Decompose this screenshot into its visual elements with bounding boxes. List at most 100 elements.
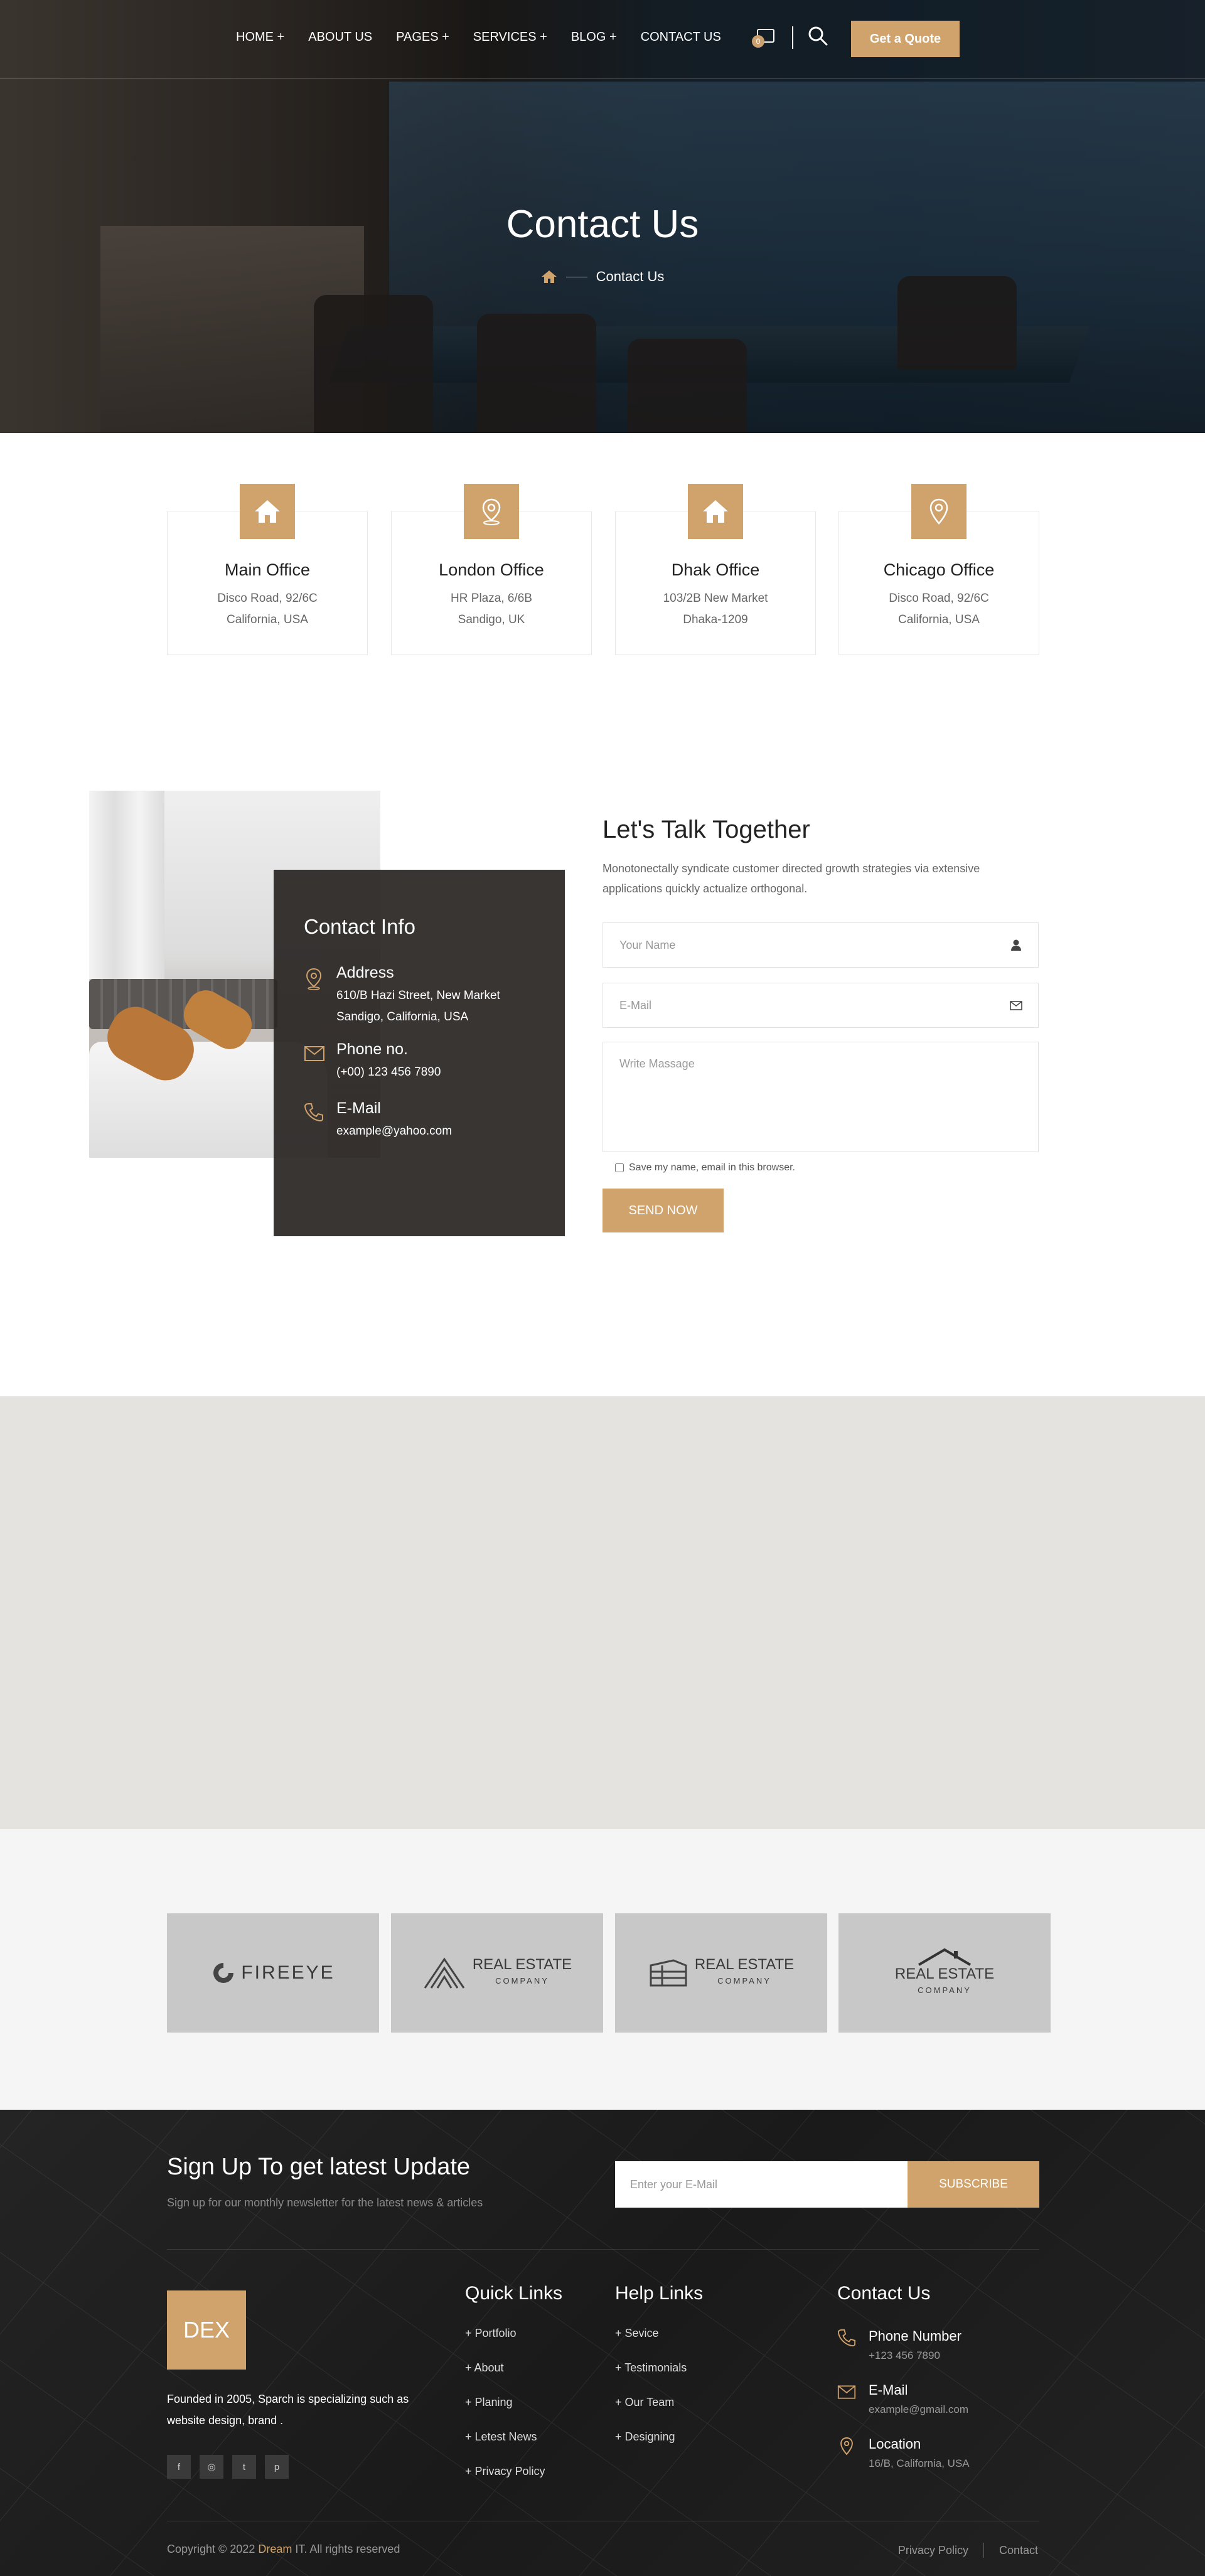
quick-link-about[interactable]: + About xyxy=(465,2361,545,2396)
address-line2: Sandigo, California, USA xyxy=(336,1010,469,1023)
form-title: Let's Talk Together xyxy=(602,816,810,843)
footer-divider xyxy=(167,2249,1039,2250)
partner-logo-fireeye[interactable]: FIREEYE xyxy=(167,1913,379,2033)
phone-icon xyxy=(304,1103,323,1122)
nav-item-contact[interactable]: CONTACT US xyxy=(641,30,721,45)
quick-link-privacy[interactable]: + Privacy Policy xyxy=(465,2465,545,2499)
partner-logo-real-estate[interactable]: REAL ESTATE COMPANY xyxy=(838,1913,1051,2033)
office-address-line2: Dhaka-1209 xyxy=(683,613,748,626)
hero-chair xyxy=(314,295,433,433)
message-field xyxy=(602,1042,1039,1152)
phone-value[interactable]: (+00) 123 456 7890 xyxy=(336,1062,441,1083)
map-placeholder[interactable] xyxy=(0,1396,1205,1829)
help-link-designing[interactable]: + Designing xyxy=(615,2430,687,2465)
partner-sub: COMPANY xyxy=(717,1976,771,1985)
office-name: Main Office xyxy=(224,560,311,579)
phone-label: Phone no. xyxy=(336,1040,408,1058)
nav-item-about[interactable]: ABOUT US xyxy=(308,30,372,45)
partner-name: REAL ESTATE xyxy=(694,1956,795,1973)
partner-sub: COMPANY xyxy=(495,1976,549,1985)
office-icon-box xyxy=(688,484,743,539)
help-link-service[interactable]: + Sevice xyxy=(615,2327,687,2361)
contact-section: Contact Info Address 610/B Hazi Street, … xyxy=(0,709,1205,1396)
envelope-icon xyxy=(1010,1001,1022,1010)
nav-item-services[interactable]: SERVICES + xyxy=(473,30,547,45)
get-quote-button[interactable]: Get a Quote xyxy=(851,21,960,57)
site-footer: Sign Up To get latest Update Sign up for… xyxy=(0,2110,1205,2576)
contact-info-title: Contact Info xyxy=(304,915,415,938)
copyright-suffix: IT. All rights reserved xyxy=(292,2543,400,2555)
quick-link-news[interactable]: + Letest News xyxy=(465,2430,545,2465)
facebook-icon[interactable]: f xyxy=(167,2455,191,2479)
footer-phone-value[interactable]: +123 456 7890 xyxy=(869,2349,940,2362)
hero-banner: HOME + ABOUT US PAGES + SERVICES + BLOG … xyxy=(0,0,1205,433)
save-info-label: Save my name, email in this browser. xyxy=(629,1162,795,1173)
offices-section: Main Office Disco Road, 92/6C California… xyxy=(0,433,1205,709)
office-icon-box xyxy=(464,484,519,539)
footer-about: Founded in 2005, Sparch is specializing … xyxy=(167,2393,409,2427)
newsletter-email-input[interactable] xyxy=(615,2161,908,2208)
address-label: Address xyxy=(336,964,394,981)
quick-link-portfolio[interactable]: + Portfolio xyxy=(465,2327,545,2361)
real-estate-roof-icon xyxy=(918,1948,972,1966)
nav-item-pages[interactable]: PAGES + xyxy=(396,30,449,45)
page-title: Contact Us xyxy=(506,203,699,246)
office-icon-box xyxy=(240,484,295,539)
office-name: Dhak Office xyxy=(671,560,760,579)
partner-text: REAL ESTATE COMPANY xyxy=(695,1957,794,1989)
subscribe-button[interactable]: SUBSCRIBE xyxy=(908,2161,1039,2208)
nav-item-home[interactable]: HOME + xyxy=(236,30,284,45)
email-value[interactable]: example@yahoo.com xyxy=(336,1121,452,1142)
newsletter-title: Sign Up To get latest Update xyxy=(167,2154,471,2180)
copyright-brand-link[interactable]: Dream xyxy=(258,2543,292,2555)
quick-link-planing[interactable]: + Planing xyxy=(465,2396,545,2430)
nav-menu: HOME + ABOUT US PAGES + SERVICES + BLOG … xyxy=(236,30,745,45)
search-icon xyxy=(808,26,828,46)
email-field xyxy=(602,983,1039,1028)
office-address-line1: HR Plaza, 6/6B xyxy=(451,592,532,605)
phone-icon xyxy=(837,2329,856,2347)
newsletter-subtitle: Sign up for our monthly newsletter for t… xyxy=(167,2196,483,2209)
home-icon[interactable] xyxy=(541,270,557,284)
office-name: Chicago Office xyxy=(883,560,995,579)
contact-link[interactable]: Contact xyxy=(999,2544,1038,2557)
email-label: E-Mail xyxy=(336,1099,381,1117)
privacy-policy-link[interactable]: Privacy Policy xyxy=(898,2544,968,2557)
office-address-line2: California, USA xyxy=(898,613,980,626)
partner-sub: COMPANY xyxy=(918,1985,972,1995)
footer-logo[interactable]: DEX xyxy=(167,2290,246,2370)
send-now-button[interactable]: SEND NOW xyxy=(602,1189,724,1232)
email-input[interactable] xyxy=(603,983,1038,1027)
message-textarea[interactable] xyxy=(603,1042,1038,1152)
footer-email-label: E-Mail xyxy=(869,2382,908,2398)
breadcrumb: Contact Us xyxy=(0,269,1205,285)
save-info-checkbox-row[interactable]: Save my name, email in this browser. xyxy=(615,1162,795,1173)
cart-button[interactable]: 0 xyxy=(752,25,777,48)
cart-count-badge: 0 xyxy=(752,35,764,48)
breadcrumb-current: Contact Us xyxy=(596,269,665,284)
partner-name: REAL ESTATE xyxy=(472,1956,572,1973)
footer-email-value[interactable]: example@gmail.com xyxy=(869,2403,968,2416)
twitter-icon[interactable]: t xyxy=(232,2455,256,2479)
partner-logo-real-estate[interactable]: REAL ESTATE COMPANY xyxy=(391,1913,603,2033)
nav-item-blog[interactable]: BLOG + xyxy=(571,30,617,45)
map-pin-icon xyxy=(929,498,948,525)
fireeye-logo-icon xyxy=(213,1963,234,1983)
copyright-text: Copyright © 2022 Dream IT. All rights re… xyxy=(167,2543,400,2556)
name-input[interactable] xyxy=(603,923,1038,967)
social-links: f ◎ t p xyxy=(167,2455,289,2479)
pinterest-icon[interactable]: p xyxy=(265,2455,289,2479)
hero-chair xyxy=(628,339,747,433)
hero-chair xyxy=(477,314,596,433)
save-info-checkbox[interactable] xyxy=(615,1163,624,1172)
office-card: London Office HR Plaza, 6/6B Sandigo, UK xyxy=(391,484,592,655)
partner-name: REAL ESTATE xyxy=(894,1965,995,1982)
quick-links-title: Quick Links xyxy=(465,2283,563,2304)
help-link-testimonials[interactable]: + Testimonials xyxy=(615,2361,687,2396)
instagram-icon[interactable]: ◎ xyxy=(200,2455,223,2479)
contact-info-card: Contact Info Address 610/B Hazi Street, … xyxy=(274,870,565,1236)
partner-logo-real-estate[interactable]: REAL ESTATE COMPANY xyxy=(615,1913,827,2033)
help-link-team[interactable]: + Our Team xyxy=(615,2396,687,2430)
search-button[interactable] xyxy=(807,25,828,46)
office-card: Dhak Office 103/2B New Market Dhaka-1209 xyxy=(615,484,816,655)
